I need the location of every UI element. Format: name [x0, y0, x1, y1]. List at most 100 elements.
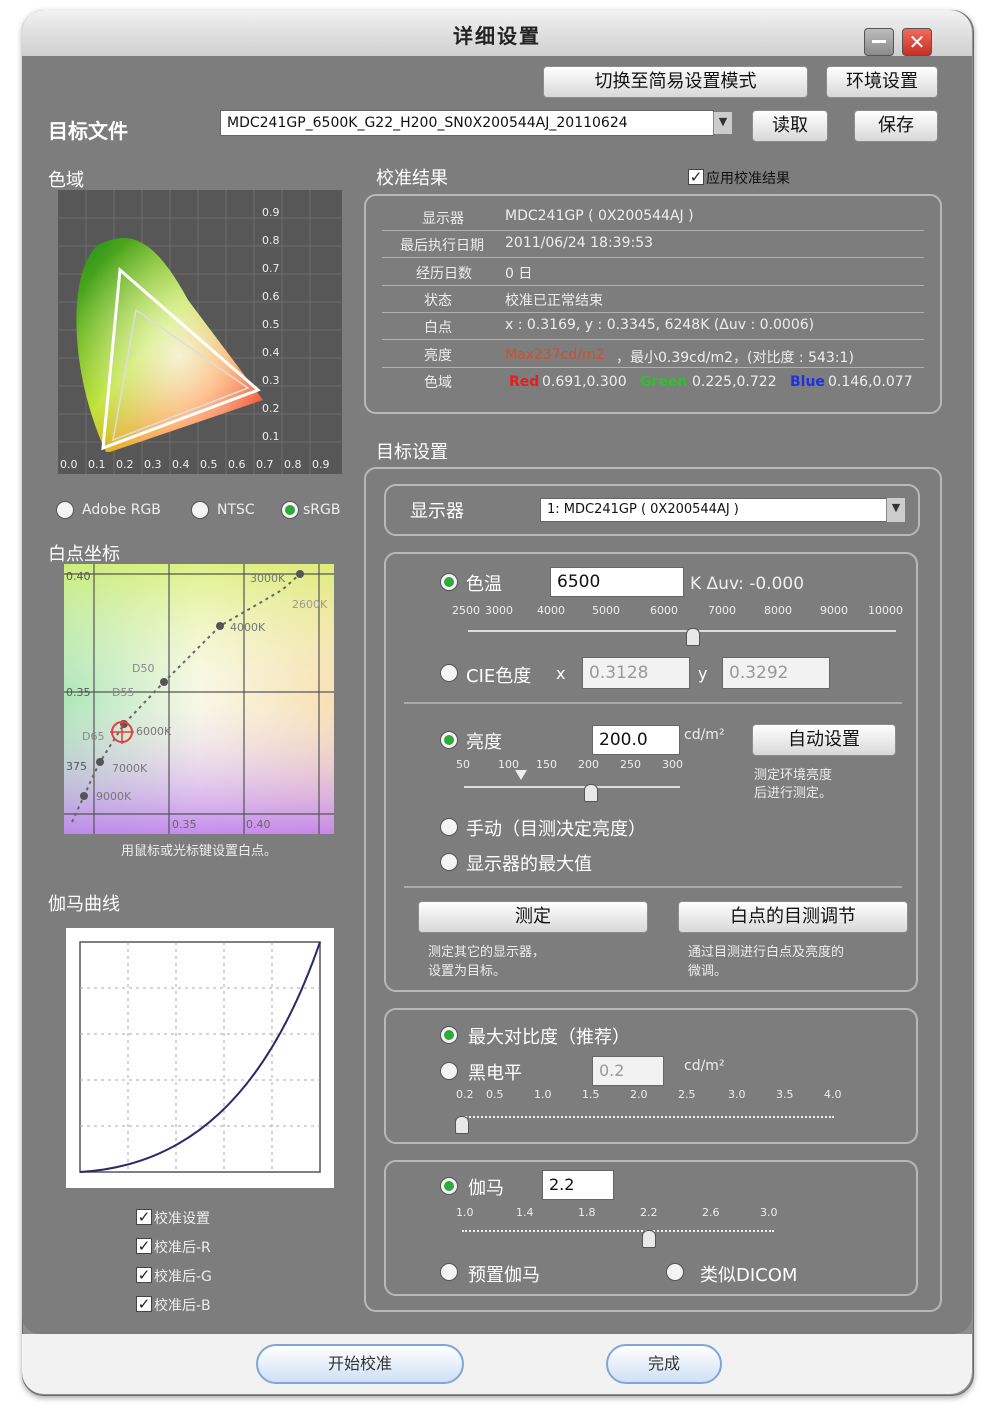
black-tick: 2.0: [630, 1088, 648, 1101]
lum-tick: 150: [536, 758, 557, 771]
gamut-xtick: 0.9: [312, 458, 330, 471]
black-slider-track[interactable]: [462, 1112, 834, 1118]
gamma-tick: 1.8: [578, 1206, 596, 1219]
color-temp-input[interactable]: 6500: [550, 567, 684, 597]
black-level-input[interactable]: 0.2: [592, 1056, 664, 1086]
radio-dicom[interactable]: [666, 1263, 684, 1281]
simple-mode-button[interactable]: 切换至简易设置模式: [543, 66, 808, 98]
gamma-tick: 3.0: [760, 1206, 778, 1219]
gamma-slider-thumb[interactable]: [642, 1230, 656, 1248]
radio-color-temp[interactable]: [440, 573, 458, 591]
gamut-ytick: 0.3: [262, 374, 280, 387]
start-calibration-button[interactable]: 开始校准: [256, 1344, 464, 1384]
auto-hint: 测定环境亮度: [754, 768, 833, 783]
result-gamut-green: Green: [640, 374, 688, 390]
wp-label: 7000K: [112, 762, 148, 775]
radio-luminance[interactable]: [440, 731, 458, 749]
measure-hint: 测定其它的显示器，: [428, 945, 546, 960]
apply-result-checkbox[interactable]: ✓: [688, 169, 704, 185]
divider: [404, 702, 902, 704]
temp-ticks: 2500 3000 4000 5000 6000 7000 8000 9000 …: [452, 604, 912, 618]
lum-tick: 300: [662, 758, 683, 771]
apply-result-label: 应用校准结果: [706, 171, 790, 187]
black-tick: 0.5: [486, 1088, 504, 1101]
gamut-xticks: 0.0 0.1 0.2 0.3 0.4 0.5 0.6 0.7 0.8 0.9: [58, 458, 342, 472]
gamut-title: 色域: [48, 170, 84, 191]
visual-hint: 微调。: [688, 964, 728, 979]
checkbox-calib-setting[interactable]: ✓: [136, 1209, 152, 1225]
checkbox-after-b[interactable]: ✓: [136, 1296, 152, 1312]
wp-label: D50: [132, 662, 155, 675]
gamut-ytick: 0.7: [262, 262, 280, 275]
checkbox-after-r[interactable]: ✓: [136, 1238, 152, 1254]
gamut-xtick: 0.1: [88, 458, 106, 471]
radio-manual[interactable]: [440, 818, 458, 836]
measure-button[interactable]: 测定: [418, 901, 648, 933]
wp-label: 9000K: [96, 790, 132, 803]
checkbox-label: 校准后-B: [154, 1298, 211, 1314]
environment-settings-button[interactable]: 环境设置: [826, 66, 938, 98]
temp-slider-thumb[interactable]: [686, 628, 700, 646]
save-button[interactable]: 保存: [854, 110, 938, 142]
row-divider: [382, 257, 924, 258]
row-divider: [382, 230, 924, 231]
radio-max[interactable]: [440, 853, 458, 871]
result-row-label: 亮度: [424, 348, 452, 364]
result-gamut-green-value: 0.225,0.722: [692, 374, 777, 390]
monitor-select[interactable]: 1: MDC241GP ( 0X200544AJ ): [540, 498, 888, 522]
read-button[interactable]: 读取: [752, 110, 828, 142]
result-row-label: 色域: [424, 375, 452, 391]
result-row-value: 0 日: [505, 266, 533, 282]
wp-label: 2600K: [292, 598, 328, 611]
black-tick: 1.0: [534, 1088, 552, 1101]
gamut-ytick: 0.5: [262, 318, 280, 331]
gamut-option-label: Adobe RGB: [82, 502, 161, 518]
luminance-input[interactable]: 200.0: [592, 725, 680, 755]
radio-cie[interactable]: [440, 664, 458, 682]
gamma-tick: 2.2: [640, 1206, 658, 1219]
cie-x-input[interactable]: 0.3128: [582, 657, 690, 689]
checkbox-after-g[interactable]: ✓: [136, 1267, 152, 1283]
gamut-option-adobe-rgb[interactable]: [56, 501, 74, 519]
gamut-xtick: 0.2: [116, 458, 134, 471]
temp-tick: 7000: [708, 604, 736, 617]
visual-adjust-button[interactable]: 白点的目测调节: [678, 901, 908, 933]
wp-label: D65: [82, 730, 105, 743]
gamut-xtick: 0.5: [200, 458, 218, 471]
radio-preset-gamma[interactable]: [440, 1263, 458, 1281]
measure-hint: 设置为目标。: [428, 964, 507, 979]
gamut-xtick: 0.8: [284, 458, 302, 471]
done-button[interactable]: 完成: [606, 1344, 722, 1384]
auto-set-button[interactable]: 自动设置: [752, 724, 896, 756]
lum-slider-thumb[interactable]: [584, 784, 598, 802]
cie-x-label: x: [556, 664, 566, 683]
radio-gamma[interactable]: [440, 1177, 458, 1195]
gamut-xtick: 0.7: [256, 458, 274, 471]
black-slider-thumb[interactable]: [455, 1116, 469, 1134]
lum-slider-track[interactable]: [464, 786, 680, 788]
radio-black-level[interactable]: [440, 1062, 458, 1080]
cie-y-input[interactable]: 0.3292: [722, 657, 830, 689]
title-bar: 详细设置 ✕: [22, 10, 972, 57]
gamma-slider-track[interactable]: [462, 1226, 774, 1232]
wp-label: 0.35: [172, 818, 197, 831]
target-file-label: 目标文件: [48, 119, 128, 143]
close-icon[interactable]: ✕: [902, 28, 932, 56]
gamma-input[interactable]: 2.2: [542, 1170, 614, 1200]
chevron-down-icon[interactable]: ▼: [886, 498, 905, 522]
target-title: 目标设置: [376, 442, 448, 463]
temp-slider-track[interactable]: [468, 630, 896, 632]
chevron-down-icon[interactable]: ▼: [713, 112, 732, 134]
black-level-label: 黑电平: [468, 1063, 522, 1084]
black-tick: 3.5: [776, 1088, 794, 1101]
target-file-select[interactable]: MDC241GP_6500K_G22_H200_SN0X200544AJ_201…: [220, 110, 714, 136]
gamut-option-label: sRGB: [303, 502, 341, 518]
gamma-curve-chart: [66, 928, 334, 1188]
radio-max-contrast[interactable]: [440, 1026, 458, 1044]
gamut-option-ntsc[interactable]: [191, 501, 209, 519]
gamut-option-srgb[interactable]: [281, 501, 299, 519]
minimize-icon[interactable]: [864, 28, 894, 56]
result-row-label: 经历日数: [416, 266, 472, 282]
gamut-ytick: 0.9: [262, 206, 280, 219]
gamma-curve-title: 伽马曲线: [48, 894, 120, 915]
